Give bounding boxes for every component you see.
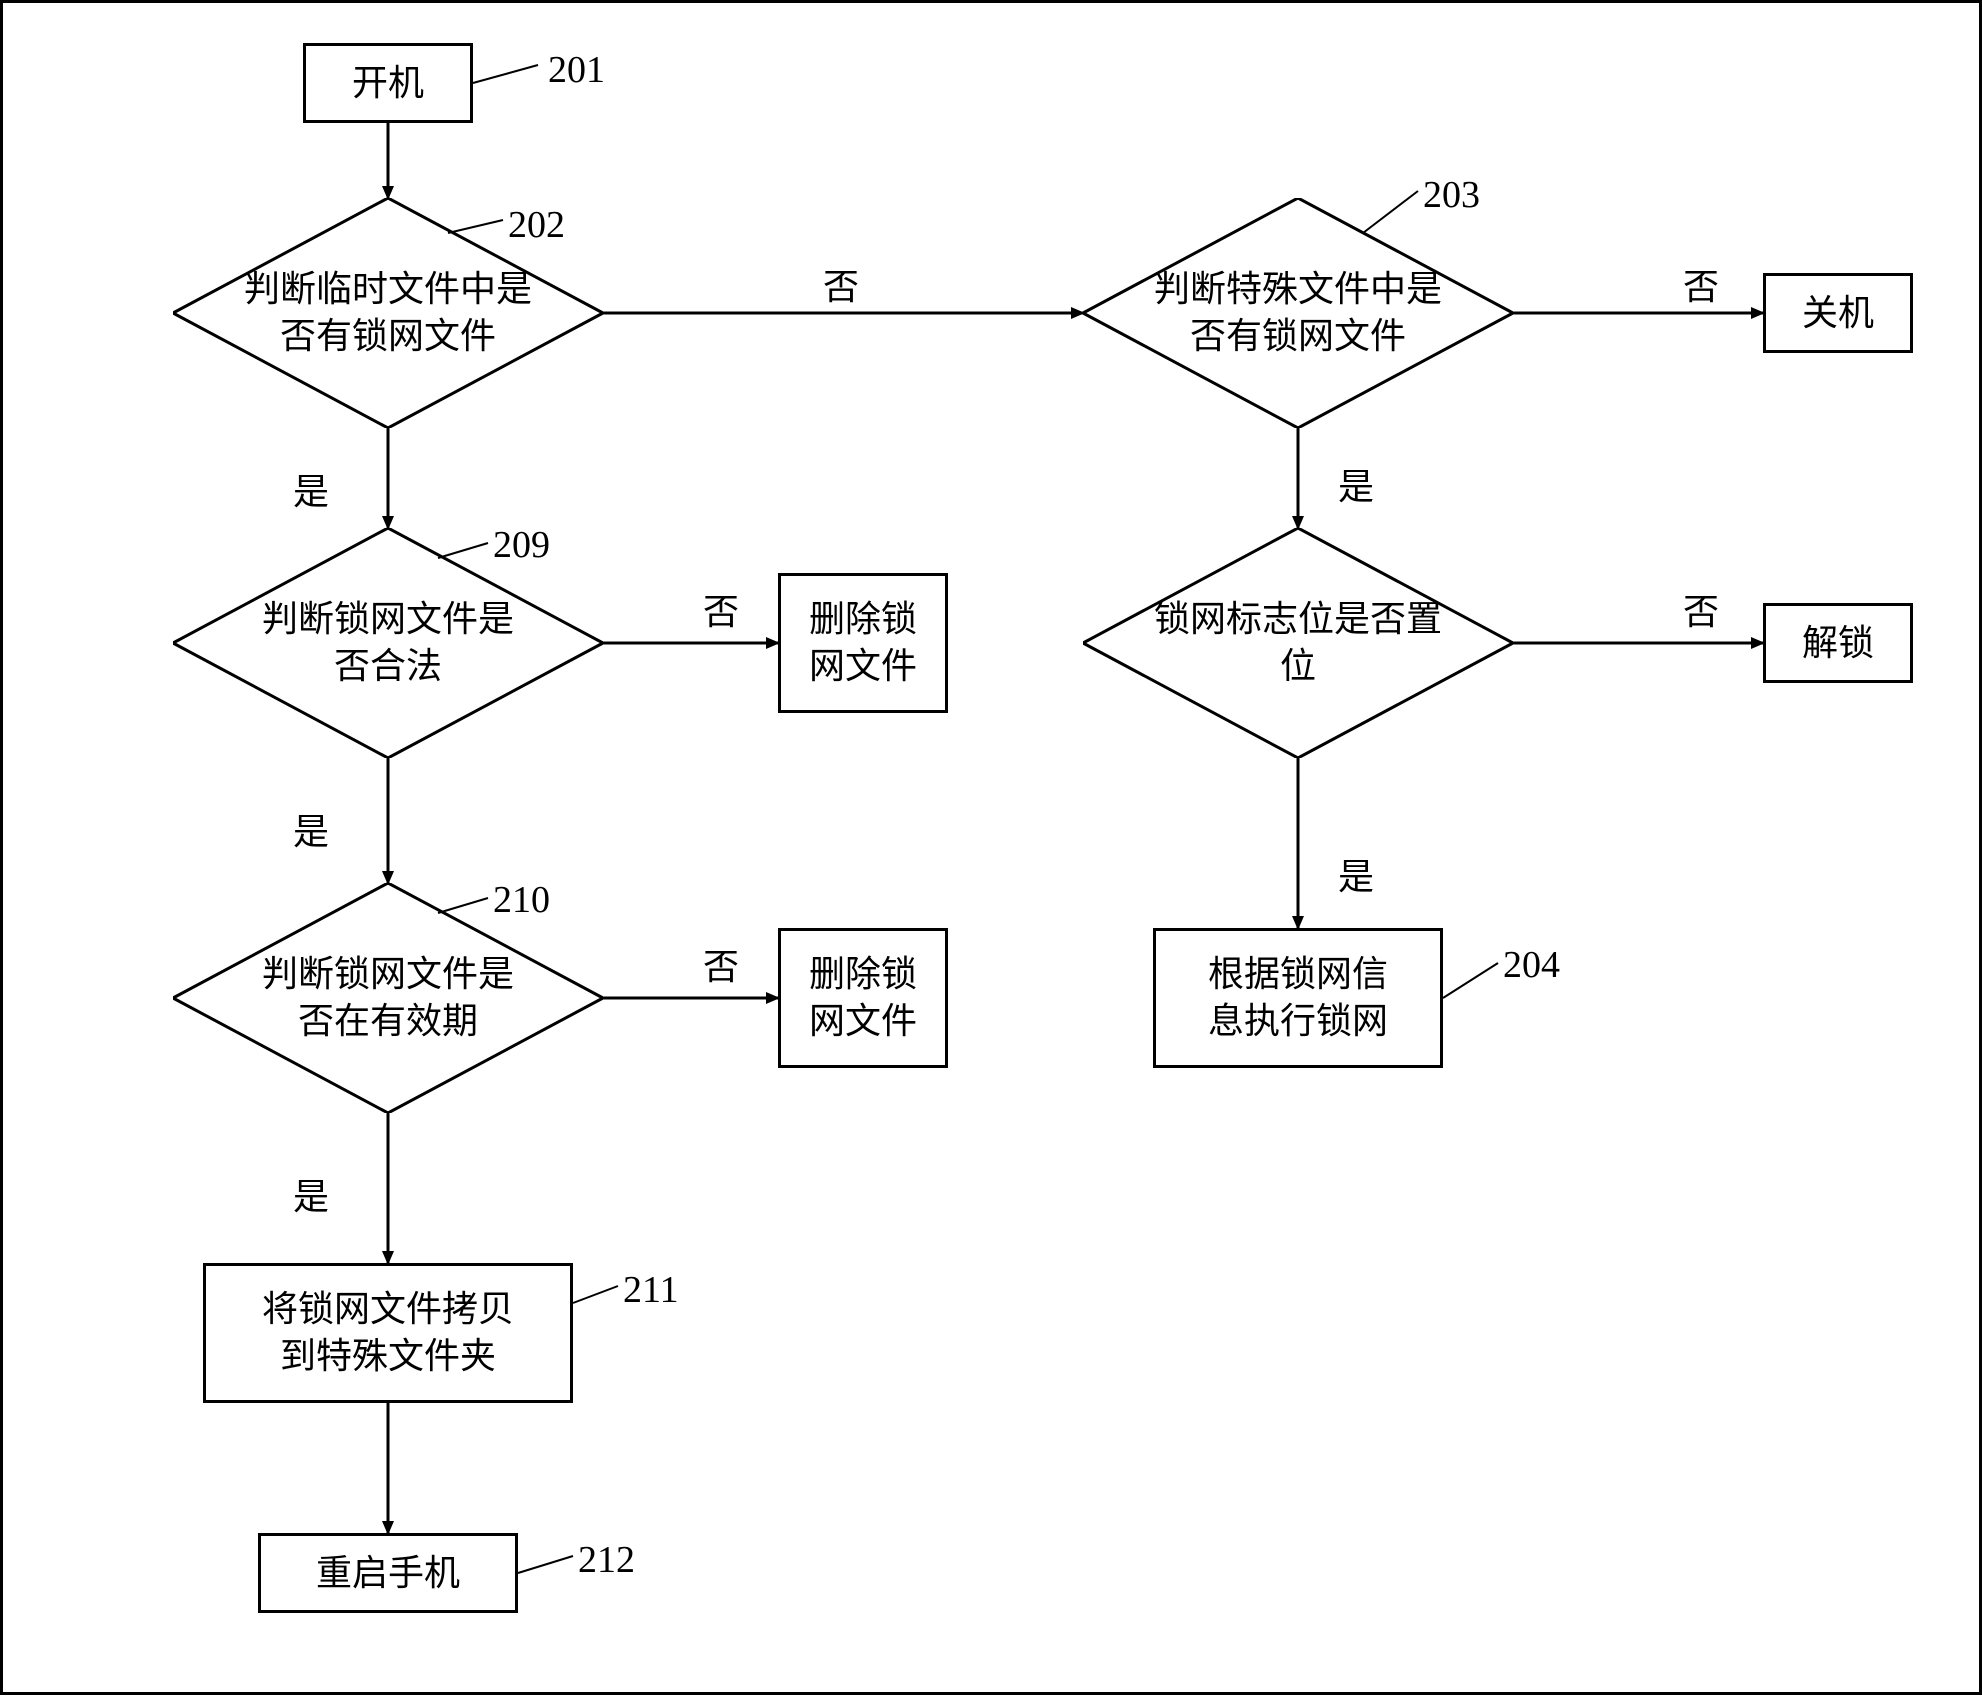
step-label-202: 202 <box>508 203 565 247</box>
node-201-label: 开机 <box>352 60 424 107</box>
step-label-212: 212 <box>578 1538 635 1582</box>
node-delete-2-label: 删除锁 网文件 <box>809 951 917 1045</box>
node-delete-1: 删除锁 网文件 <box>778 573 948 713</box>
node-flagset-label: 锁网标志位是否置 位 <box>1126 596 1470 690</box>
node-201-start: 开机 <box>303 43 473 123</box>
edge-209-no: 否 <box>703 583 739 635</box>
edge-203-yes: 是 <box>1338 458 1374 510</box>
node-210-label: 判断锁网文件是 否在有效期 <box>216 951 560 1045</box>
node-delete-2: 删除锁 网文件 <box>778 928 948 1068</box>
node-203-decision: 判断特殊文件中是 否有锁网文件 <box>1083 198 1513 428</box>
node-203-label: 判断特殊文件中是 否有锁网文件 <box>1126 266 1470 360</box>
edge-202-no: 否 <box>823 258 859 310</box>
step-label-209: 209 <box>493 523 550 567</box>
node-211: 将锁网文件拷贝 到特殊文件夹 <box>203 1263 573 1403</box>
edge-202-yes: 是 <box>293 463 329 515</box>
node-unlock: 解锁 <box>1763 603 1913 683</box>
node-202-label: 判断临时文件中是 否有锁网文件 <box>216 266 560 360</box>
step-label-211: 211 <box>623 1268 679 1312</box>
step-label-210: 210 <box>493 878 550 922</box>
node-212: 重启手机 <box>258 1533 518 1613</box>
edge-203-no: 否 <box>1683 258 1719 310</box>
edge-flagset-no: 否 <box>1683 583 1719 635</box>
node-204: 根据锁网信 息执行锁网 <box>1153 928 1443 1068</box>
node-flagset-decision: 锁网标志位是否置 位 <box>1083 528 1513 758</box>
node-204-label: 根据锁网信 息执行锁网 <box>1208 951 1388 1045</box>
node-211-label: 将锁网文件拷贝 到特殊文件夹 <box>262 1286 514 1380</box>
edge-flagset-yes: 是 <box>1338 848 1374 900</box>
node-delete-1-label: 删除锁 网文件 <box>809 596 917 690</box>
step-label-201: 201 <box>548 48 605 92</box>
node-shutdown: 关机 <box>1763 273 1913 353</box>
edge-210-yes: 是 <box>293 1168 329 1220</box>
step-label-203: 203 <box>1423 173 1480 217</box>
node-unlock-label: 解锁 <box>1802 620 1874 667</box>
node-212-label: 重启手机 <box>316 1550 460 1597</box>
flowchart-canvas: 开机 201 判断临时文件中是 否有锁网文件 202 判断特殊文件中是 否有锁网… <box>0 0 1982 1695</box>
edge-209-yes: 是 <box>293 803 329 855</box>
step-label-204: 204 <box>1503 943 1560 987</box>
node-shutdown-label: 关机 <box>1802 290 1874 337</box>
node-209-label: 判断锁网文件是 否合法 <box>216 596 560 690</box>
edge-210-no: 否 <box>703 938 739 990</box>
